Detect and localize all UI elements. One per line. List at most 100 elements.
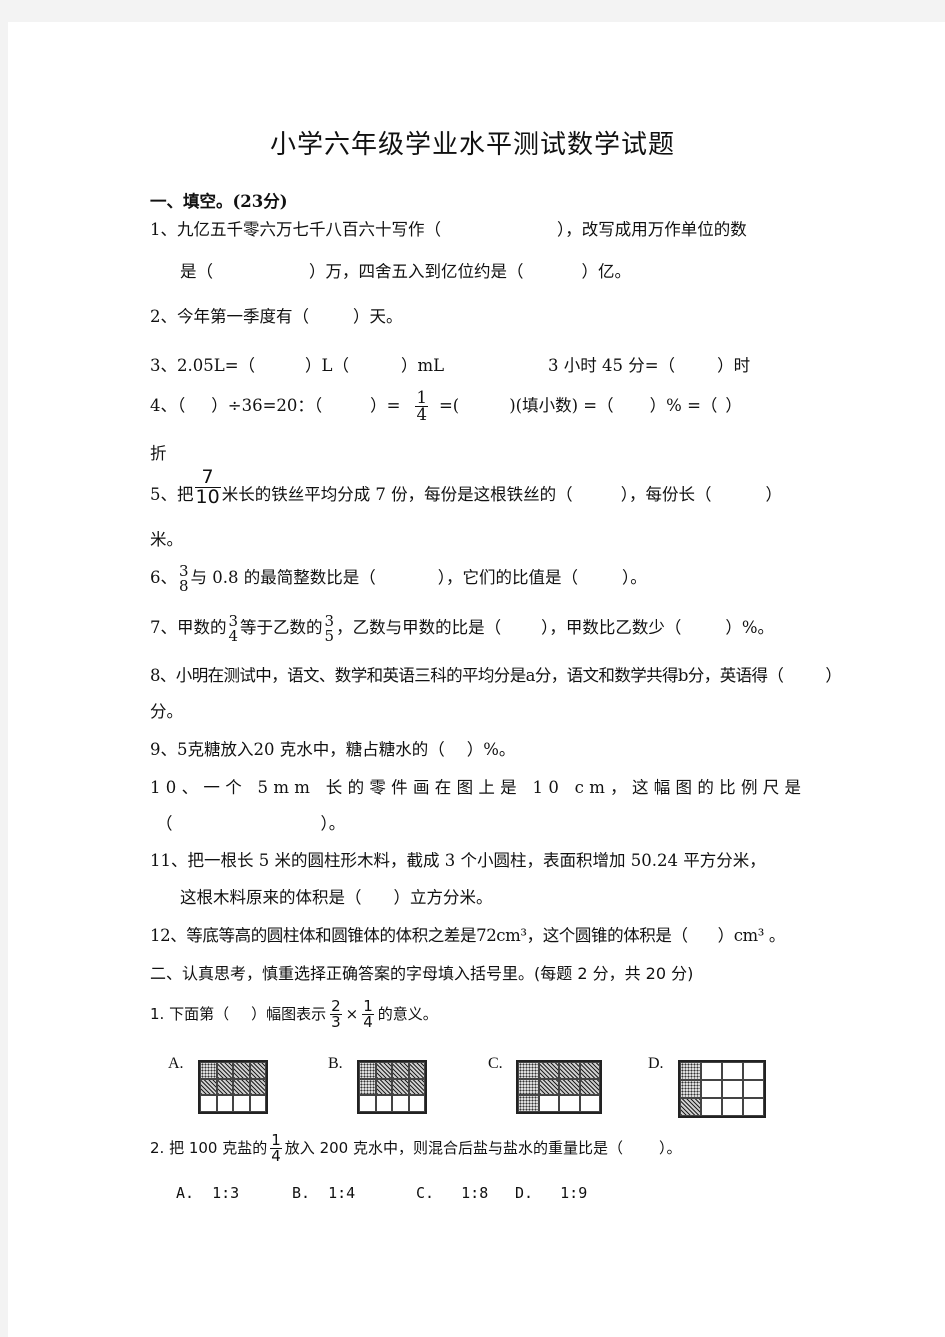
s2q2-text-b: 放入 200 克水中，则混合后盐与盐水的重量比是（ <box>284 1139 623 1157</box>
option-c-figure[interactable] <box>516 1060 602 1114</box>
hatched-cell <box>408 1078 425 1096</box>
empty-cell <box>249 1095 266 1112</box>
q8-text-b: ） <box>825 666 842 685</box>
s2q2-text-c: ）。 <box>658 1139 682 1157</box>
empty-cell <box>359 1095 376 1112</box>
hatched-cell <box>249 1062 266 1079</box>
s2q1-text-c: 的意义。 <box>377 1005 438 1023</box>
option-a-figure[interactable] <box>198 1060 268 1114</box>
empty-cell <box>743 1098 764 1116</box>
fraction-two-thirds: 23 <box>330 997 342 1031</box>
page-title: 小学六年级学业水平测试数学试题 <box>269 130 675 160</box>
empty-cell <box>200 1095 217 1112</box>
question-8: 8、小明在测试中，语文、数学和英语三科的平均分是a分，语文和数学共得b分，英语得… <box>150 662 842 686</box>
s2q1-text-b: ）幅图表示 <box>251 1005 327 1023</box>
q5-text-c: ），每份长（ <box>620 485 712 504</box>
fraction-three-eighths: 38 <box>179 561 189 595</box>
empty-cell <box>722 1062 743 1080</box>
hatched-cell <box>538 1062 559 1079</box>
hatched-cell <box>559 1062 580 1079</box>
s2q2-option-b[interactable]: B. 1:4 <box>292 1184 355 1202</box>
hatched-cell <box>216 1078 233 1096</box>
q2-text-a: 2、今年第一季度有（ <box>150 307 309 326</box>
q3-text-a: 3、2.05L=（ <box>150 356 256 375</box>
question-9: 9、5克糖放入20 克水中，糖占糖水的（ ）%。 <box>150 736 515 760</box>
s2q2-option-c[interactable]: C. 1:8 <box>416 1184 488 1202</box>
dotted-cell <box>359 1078 376 1096</box>
empty-cell <box>701 1080 722 1098</box>
hatched-cell <box>559 1078 580 1096</box>
section2-heading: 二、认真思考，慎重选择正确答案的字母填入括号里。(每题 2 分，共 20 分) <box>150 964 694 983</box>
q11-text-b: 这根木料原来的体积是（ <box>180 888 362 907</box>
section1-heading: 一、填空。(23分) <box>150 192 288 211</box>
q7-text-e: ）%。 <box>725 618 775 637</box>
s2q1-text-a: 1. 下面第（ <box>150 1005 230 1023</box>
dotted-cell <box>518 1095 539 1112</box>
fraction-one-quarter: 14 <box>415 387 428 424</box>
q4-text-f: ）% =（ <box>649 396 718 415</box>
q10-text-b: （ <box>156 814 173 833</box>
option-b-label: B. <box>328 1055 343 1072</box>
hatched-cell <box>233 1078 250 1096</box>
empty-cell <box>375 1095 392 1112</box>
section2-question-1: 1. 下面第（ ）幅图表示 2 3 × 1 4 的意义。 <box>150 992 438 1036</box>
question-8-cont: 分。 <box>150 702 183 721</box>
q11-text-c: ）立方分米。 <box>393 888 493 907</box>
q6-text-d: ）。 <box>622 568 647 587</box>
dotted-cell <box>518 1078 539 1096</box>
question-4-cont: 折 <box>150 444 167 463</box>
hatched-cell <box>392 1078 409 1096</box>
question-5: 5、把 7 10 米长的铁丝平均分成 7 份，每份是这根铁丝的（ ），每份长（ ） <box>150 466 782 507</box>
question-11: 11、把一根长 5 米的圆柱形木料，截成 3 个小圆柱，表面积增加 50.24 … <box>150 851 766 870</box>
q12-text-b: ）cm³ 。 <box>717 926 786 945</box>
q7-text-d: ），甲数比乙数少（ <box>541 618 682 637</box>
question-10-cont: （ ）。 <box>156 810 345 834</box>
hatched-cell <box>538 1078 559 1096</box>
fraction-one-quarter-b: 14 <box>362 997 374 1031</box>
question-7: 7、甲数的 3 4 等于乙数的 3 5 ，乙数与甲数的比是（ ），甲数比乙数少（ ）%。 <box>150 608 774 648</box>
q4-text-g: ） <box>725 396 742 415</box>
question-5-cont: 米。 <box>150 530 183 549</box>
section2-question-2: 2. 把 100 克盐的 1 4 放入 200 克水中，则混合后盐与盐水的重量比是（ ）… <box>150 1126 681 1170</box>
empty-cell <box>216 1095 233 1112</box>
dotted-cell <box>680 1080 701 1098</box>
dotted-cell <box>359 1062 376 1079</box>
q1-text-b: ），改写成用万作单位的数 <box>557 220 747 239</box>
s2q2-option-d[interactable]: D. 1:9 <box>515 1184 587 1202</box>
q3-text-d: 3 小时 45 分=（ <box>548 356 676 375</box>
q3-text-e: ）时 <box>717 356 751 375</box>
hatched-cell <box>579 1078 600 1096</box>
hatched-cell <box>233 1062 250 1079</box>
q6-text-a: 6、 <box>150 568 177 587</box>
fraction-three-quarters: 34 <box>228 611 239 645</box>
q12-text-a: 12、等底等高的圆柱体和圆锥体的体积之差是72cm³，这个圆锥的体积是（ <box>150 926 688 945</box>
hatched-cell <box>200 1078 217 1096</box>
hatched-cell <box>375 1062 392 1079</box>
question-1-line1: 1、九亿五千零六万七千八百六十写作（ ），改写成用万作单位的数 <box>150 216 747 240</box>
q9-text-a: 9、5克糖放入20 克水中，糖占糖水的（ <box>150 740 445 759</box>
q1-text-e: ）亿。 <box>581 262 632 281</box>
q4-text-a: 4、（ <box>150 396 186 415</box>
option-d-label: D. <box>648 1055 664 1072</box>
question-4: 4、（ ）÷36=20：（ ）= 1 4 =()(填小数) =（ ）% =（ ） <box>150 386 742 426</box>
fraction-three-fifths: 35 <box>324 611 335 645</box>
q4-text-c: ）= <box>370 396 401 415</box>
q7-text-c: ，乙数与甲数的比是（ <box>336 618 502 637</box>
question-12: 12、等底等高的圆柱体和圆锥体的体积之差是72cm³，这个圆锥的体积是（ ）cm³… <box>150 922 785 946</box>
hatched-cell <box>216 1062 233 1079</box>
q9-text-b: ）%。 <box>466 740 516 759</box>
question-3: 3、2.05L=（ ）L（ ）mL <box>150 352 444 376</box>
s2q2-option-a[interactable]: A. 1:3 <box>176 1184 239 1202</box>
empty-cell <box>701 1098 722 1116</box>
option-b-figure[interactable] <box>357 1060 427 1114</box>
hatched-cell <box>408 1062 425 1079</box>
question-10: 10、一个 5mm 长的零件画在图上是 10 cm，这幅图的比例尺是 <box>150 778 807 797</box>
q6-text-c: ），它们的比值是（ <box>437 568 579 587</box>
q4-text-b: ）÷36=20：（ <box>211 396 323 415</box>
s2q2-text-a: 2. 把 100 克盐的 <box>150 1139 268 1157</box>
empty-cell <box>701 1062 722 1080</box>
q5-text-a: 5、把 <box>150 485 194 504</box>
option-c-label: C. <box>488 1055 503 1072</box>
option-d-figure[interactable] <box>678 1060 766 1118</box>
hatched-cell <box>392 1062 409 1079</box>
